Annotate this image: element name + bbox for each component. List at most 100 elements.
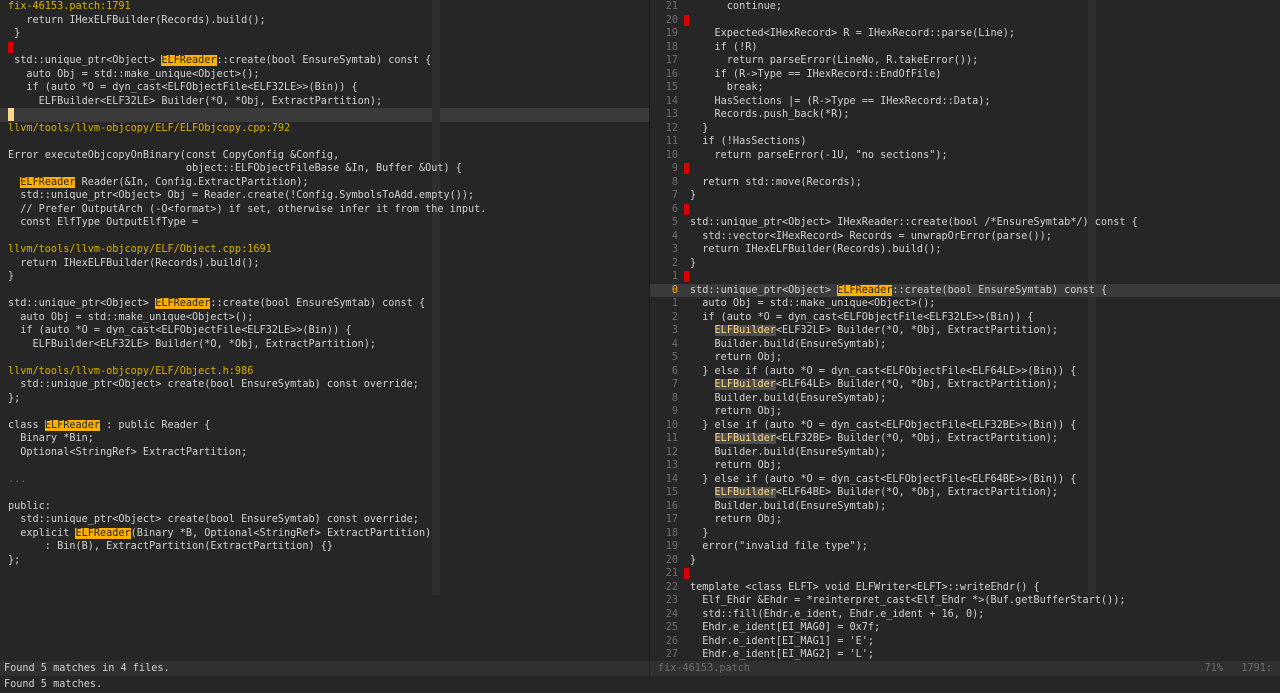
result-file-header[interactable]: llvm/tools/llvm-objcopy/ELF/ELFObjcopy.c… [0,122,649,136]
code-line[interactable]: 17 return Obj; [650,513,1280,527]
code-line[interactable]: 9 return Obj; [650,405,1280,419]
code-line[interactable]: 8 Builder.build(EnsureSymtab); [650,392,1280,406]
result-line[interactable]: class ELFReader : public Reader { [0,419,649,433]
left-results-pane[interactable]: fix-46153.patch:1791 return IHexELFBuild… [0,0,649,661]
code-line[interactable]: 15 break; [650,81,1280,95]
result-line[interactable]: ... [0,473,649,487]
result-line[interactable] [0,135,649,149]
code-line[interactable]: 13 Records.push_back(*R); [650,108,1280,122]
code-line[interactable]: 1 [650,270,1280,284]
code-line[interactable]: 1 auto Obj = std::make_unique<Object>(); [650,297,1280,311]
code-text: } else if (auto *O = dyn_cast<ELFObjectF… [690,365,1077,377]
result-line[interactable]: if (auto *O = dyn_cast<ELFObjectFile<ELF… [0,81,649,95]
code-line[interactable]: 9 [650,162,1280,176]
code-line[interactable]: 19 Expected<IHexRecord> R = IHexRecord::… [650,27,1280,41]
result-file-header[interactable]: llvm/tools/llvm-objcopy/ELF/Object.h:986 [0,365,649,379]
result-line[interactable]: auto Obj = std::make_unique<Object>(); [0,68,649,82]
code-line[interactable]: 21 continue; [650,0,1280,14]
result-line[interactable]: const ElfType OutputElfType = [0,216,649,230]
code-line[interactable]: 16 if (R->Type == IHexRecord::EndOfFile) [650,68,1280,82]
result-line[interactable] [0,284,649,298]
code-line[interactable]: 0 std::unique_ptr<Object> ELFReader::crea… [650,283,1280,297]
search-match-highlight: ELFReader [155,298,211,309]
result-line[interactable]: return IHexELFBuilder(Records).build(); [0,14,649,28]
code-line[interactable]: 6 } else if (auto *O = dyn_cast<ELFObjec… [650,365,1280,379]
result-file-header[interactable]: llvm/tools/llvm-objcopy/ELF/Object.cpp:1… [0,243,649,257]
result-line[interactable]: : Bin(B), ExtractPartition(ExtractPartit… [0,540,649,554]
code-line[interactable]: 4 Builder.build(EnsureSymtab); [650,338,1280,352]
code-line[interactable]: 2} [650,257,1280,271]
code-line[interactable]: 11 ELFBuilder<ELF32BE> Builder(*O, *Obj,… [650,432,1280,446]
result-line[interactable]: } [0,270,649,284]
code-line[interactable]: 12 Builder.build(EnsureSymtab); [650,446,1280,460]
code-line[interactable]: 11 if (!HasSections) [650,135,1280,149]
code-line[interactable]: 5 return Obj; [650,351,1280,365]
result-line[interactable] [0,405,649,419]
result-line[interactable]: ELFBuilder<ELF32LE> Builder(*O, *Obj, Ex… [0,95,649,109]
code-line[interactable]: 25 Ehdr.e_ident[EI_MAG0] = 0x7f; [650,621,1280,635]
result-line[interactable]: std::unique_ptr<Object> create(bool Ensu… [0,513,649,527]
result-line[interactable]: return IHexELFBuilder(Records).build(); [0,257,649,271]
code-line[interactable]: 3 return IHexELFBuilder(Records).build()… [650,243,1280,257]
result-line[interactable]: std::unique_ptr<Object> Obj = Reader.cre… [0,189,649,203]
result-line[interactable] [0,459,649,473]
code-line[interactable]: 20} [650,554,1280,568]
code-line[interactable]: 12 } [650,122,1280,136]
code-line[interactable]: 16 Builder.build(EnsureSymtab); [650,500,1280,514]
code-line[interactable]: 14 HasSections |= (R->Type == IHexRecord… [650,95,1280,109]
code-line[interactable]: 18 if (!R) [650,41,1280,55]
code-line[interactable]: 14 } else if (auto *O = dyn_cast<ELFObje… [650,473,1280,487]
result-line[interactable]: if (auto *O = dyn_cast<ELFObjectFile<ELF… [0,324,649,338]
change-marker-sign [684,203,689,215]
code-line[interactable]: 19 error("invalid file type"); [650,540,1280,554]
result-line[interactable]: object::ELFObjectFileBase &In, Buffer &O… [0,162,649,176]
result-line[interactable] [0,41,649,55]
code-view[interactable]: 21 continue; 20 19 Expected<IHexRecord> R … [650,0,1280,661]
code-line[interactable]: 5 std::unique_ptr<Object> IHexReader::cre… [650,216,1280,230]
code-line[interactable]: 27 Ehdr.e_ident[EI_MAG2] = 'L'; [650,648,1280,661]
result-line[interactable] [0,230,649,244]
code-line[interactable]: 7 ELFBuilder<ELF64LE> Builder(*O, *Obj, … [650,378,1280,392]
line-number: 3 [671,244,678,255]
code-line[interactable]: 26 Ehdr.e_ident[EI_MAG1] = 'E'; [650,635,1280,649]
result-line[interactable]: ELFReader Reader(&In, Config.ExtractPart… [0,176,649,190]
result-line[interactable]: ELFBuilder<ELF32LE> Builder(*O, *Obj, Ex… [0,338,649,352]
result-line[interactable]: std::unique_ptr<Object> ELFReader::creat… [0,54,649,68]
code-line[interactable]: 17 return parseError(LineNo, R.takeError… [650,54,1280,68]
result-line[interactable]: } [0,27,649,41]
code-line[interactable]: 15 ELFBuilder<ELF64BE> Builder(*O, *Obj,… [650,486,1280,500]
code-line[interactable]: 22 template <class ELFT> void ELFWriter<E… [650,581,1280,595]
right-editor-pane[interactable]: 21 continue; 20 19 Expected<IHexRecord> R … [650,0,1280,661]
code-line[interactable]: 20 [650,14,1280,28]
result-line[interactable]: auto Obj = std::make_unique<Object>(); [0,311,649,325]
code-line[interactable]: 10 } else if (auto *O = dyn_cast<ELFObje… [650,419,1280,433]
command-line[interactable]: Found 5 matches. [0,677,1280,693]
result-line[interactable]: explicit ELFReader(Binary *B, Optional<S… [0,527,649,541]
result-line[interactable]: Optional<StringRef> ExtractPartition; [0,446,649,460]
result-file-header[interactable]: fix-46153.patch:1791 [0,0,649,14]
code-line[interactable]: 2 if (auto *O = dyn_cast<ELFObjectFile<E… [650,311,1280,325]
result-line[interactable]: }; [0,554,649,568]
code-line[interactable]: 3 ELFBuilder<ELF32LE> Builder(*O, *Obj, … [650,324,1280,338]
code-line[interactable]: 7} [650,189,1280,203]
code-line[interactable]: 4 std::vector<IHexRecord> Records = unwr… [650,230,1280,244]
result-line[interactable] [0,108,649,122]
code-line[interactable]: 6 [650,203,1280,217]
result-line[interactable]: // Prefer OutputArch (-O<format>) if set… [0,203,649,217]
code-line[interactable]: 8 return std::move(Records); [650,176,1280,190]
result-line[interactable]: Error executeObjcopyOnBinary(const CopyC… [0,149,649,163]
code-line[interactable]: 21 [650,567,1280,581]
result-line[interactable]: std::unique_ptr<Object> create(bool Ensu… [0,378,649,392]
code-line[interactable]: 10 return parseError(-1U, "no sections")… [650,149,1280,163]
result-line[interactable]: std::unique_ptr<Object> ELFReader::creat… [0,297,649,311]
code-line[interactable]: 18 } [650,527,1280,541]
result-line[interactable] [0,351,649,365]
result-line[interactable]: public: [0,500,649,514]
code-line[interactable]: 13 return Obj; [650,459,1280,473]
code-line[interactable]: 24 std::fill(Ehdr.e_ident, Ehdr.e_ident … [650,608,1280,622]
code-line[interactable]: 23 Elf_Ehdr &Ehdr = *reinterpret_cast<El… [650,594,1280,608]
result-line[interactable] [0,486,649,500]
result-line[interactable]: }; [0,392,649,406]
result-line[interactable]: Binary *Bin; [0,432,649,446]
search-results-list[interactable]: fix-46153.patch:1791 return IHexELFBuild… [0,0,649,567]
